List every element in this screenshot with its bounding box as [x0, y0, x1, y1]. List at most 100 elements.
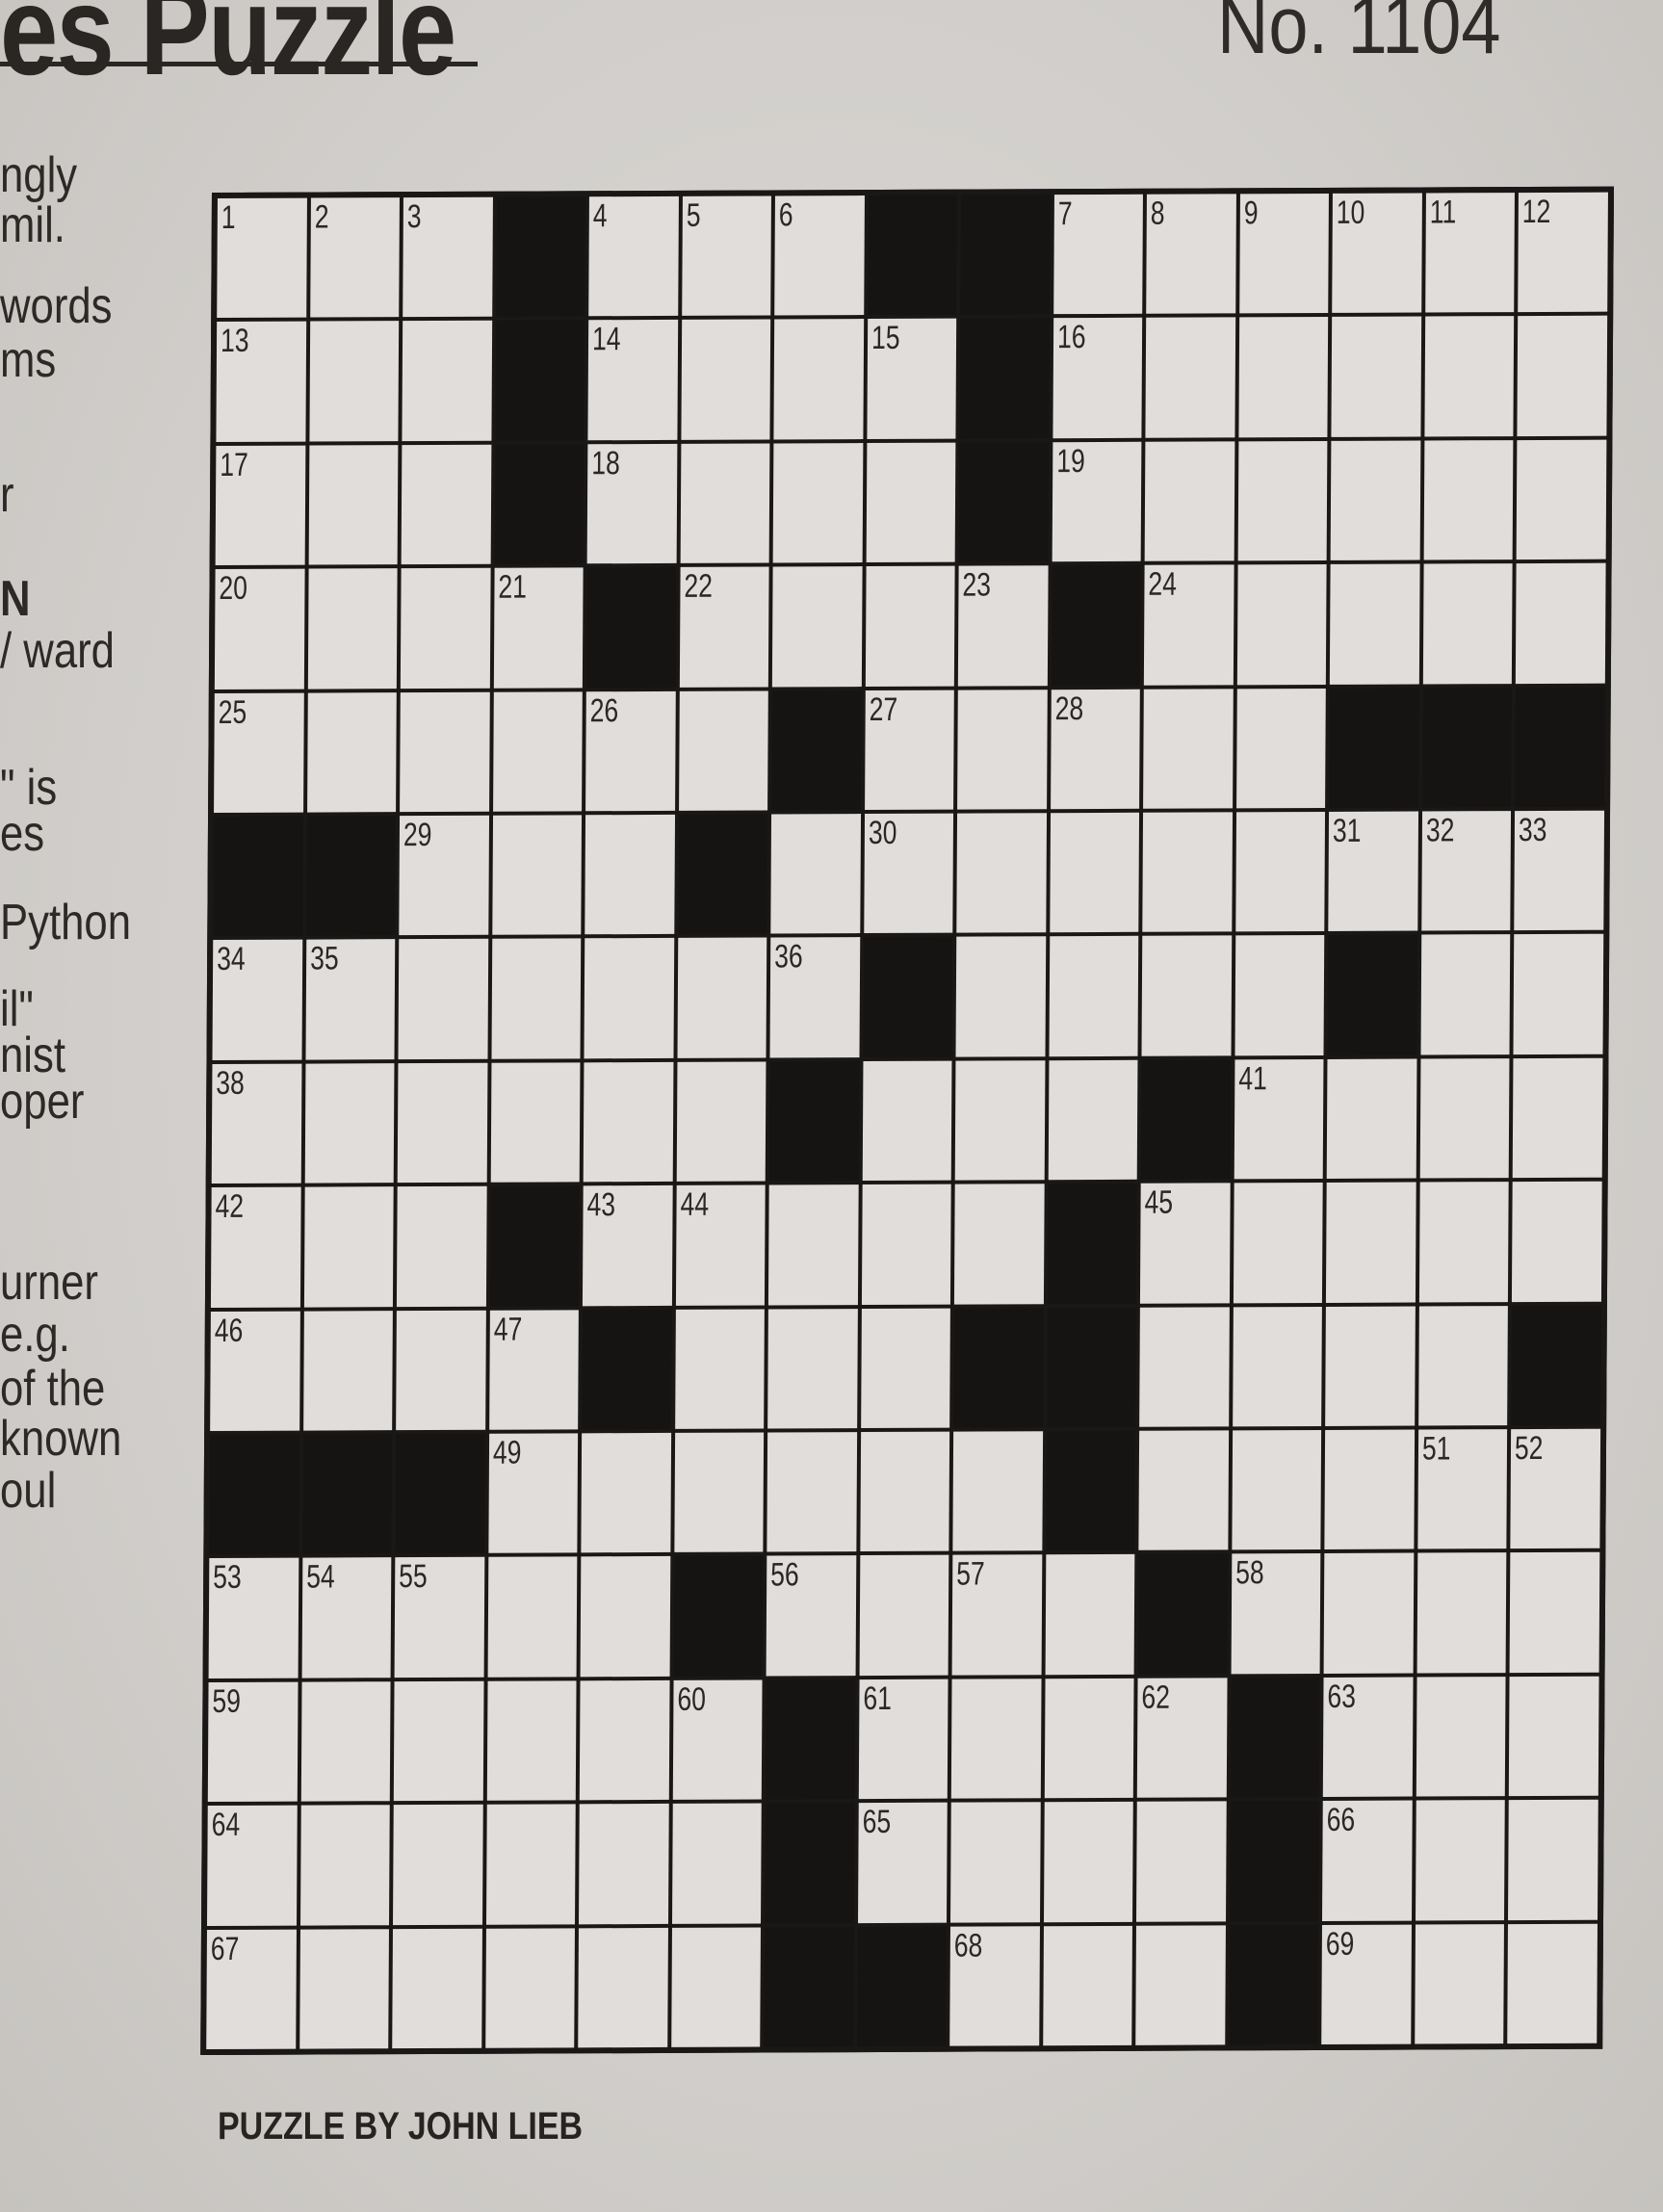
grid-cell[interactable] [1331, 316, 1422, 437]
grid-cell[interactable]: 22 [679, 566, 769, 688]
grid-cell[interactable] [583, 1061, 674, 1183]
grid-cell[interactable] [1045, 1554, 1135, 1676]
grid-cell[interactable] [1513, 1057, 1603, 1179]
grid-cell[interactable]: 18 [586, 443, 678, 564]
grid-cell[interactable]: 45 [1140, 1183, 1231, 1304]
grid-cell[interactable] [951, 1679, 1042, 1799]
grid-cell[interactable] [1238, 317, 1329, 438]
grid-cell[interactable] [1423, 439, 1514, 560]
grid-cell[interactable] [579, 1679, 670, 1801]
grid-cell[interactable] [1415, 1923, 1505, 2044]
grid-cell[interactable] [300, 1680, 391, 1802]
grid-cell[interactable] [676, 1061, 767, 1183]
grid-cell[interactable]: 47 [488, 1309, 580, 1430]
grid-cell[interactable]: 44 [675, 1184, 766, 1306]
grid-cell[interactable]: 6 [774, 195, 865, 316]
grid-cell[interactable]: 29 [399, 815, 489, 936]
grid-cell[interactable] [306, 691, 397, 813]
grid-cell[interactable] [1512, 1181, 1602, 1302]
grid-cell[interactable] [1232, 1429, 1322, 1550]
grid-cell[interactable] [860, 1308, 951, 1429]
grid-cell[interactable]: 4 [588, 195, 679, 317]
grid-cell[interactable] [393, 1680, 484, 1802]
grid-cell[interactable] [400, 567, 491, 689]
grid-cell[interactable] [767, 1308, 858, 1429]
grid-cell[interactable]: 66 [1322, 1800, 1413, 1921]
grid-cell[interactable]: 34 [212, 939, 302, 1060]
grid-cell[interactable] [1513, 934, 1604, 1054]
grid-cell[interactable] [1422, 563, 1514, 685]
grid-cell[interactable] [1145, 317, 1236, 438]
grid-cell[interactable] [861, 1184, 951, 1305]
grid-cell[interactable] [308, 444, 399, 565]
grid-cell[interactable] [1142, 812, 1233, 933]
grid-cell[interactable] [1233, 1183, 1324, 1303]
grid-cell[interactable] [773, 319, 864, 440]
grid-cell[interactable] [490, 1062, 581, 1183]
grid-cell[interactable] [299, 1805, 390, 1926]
grid-cell[interactable] [1420, 934, 1511, 1055]
grid-cell[interactable] [299, 1928, 390, 2049]
grid-cell[interactable]: 55 [394, 1557, 484, 1678]
grid-cell[interactable]: 10 [1332, 193, 1422, 314]
grid-cell[interactable]: 30 [864, 813, 954, 934]
grid-cell[interactable]: 21 [493, 567, 584, 689]
grid-cell[interactable] [954, 1060, 1046, 1181]
grid-cell[interactable]: 43 [583, 1185, 673, 1306]
grid-cell[interactable] [768, 1184, 859, 1306]
grid-cell[interactable] [1516, 562, 1606, 684]
grid-cell[interactable] [1233, 1306, 1323, 1427]
grid-cell[interactable]: 2 [309, 197, 401, 318]
grid-cell[interactable] [1141, 935, 1233, 1056]
grid-cell[interactable] [1050, 812, 1140, 933]
grid-cell[interactable] [578, 1927, 668, 2048]
grid-cell[interactable]: 49 [487, 1433, 579, 1554]
grid-cell[interactable]: 17 [215, 445, 305, 566]
grid-cell[interactable] [674, 1432, 765, 1553]
grid-cell[interactable] [1144, 441, 1235, 561]
grid-cell[interactable]: 15 [867, 319, 957, 439]
grid-cell[interactable]: 3 [403, 196, 493, 318]
grid-cell[interactable] [1234, 935, 1325, 1056]
grid-cell[interactable]: 12 [1518, 192, 1608, 313]
grid-cell[interactable]: 41 [1234, 1058, 1324, 1180]
grid-cell[interactable]: 20 [214, 568, 305, 690]
grid-cell[interactable] [1235, 688, 1327, 809]
grid-cell[interactable] [865, 565, 955, 687]
grid-cell[interactable]: 16 [1052, 318, 1143, 438]
grid-cell[interactable] [491, 815, 583, 936]
grid-cell[interactable]: 19 [1052, 441, 1142, 562]
grid-cell[interactable] [581, 1432, 671, 1553]
grid-cell[interactable] [1043, 1925, 1133, 2046]
grid-cell[interactable]: 46 [210, 1311, 300, 1432]
grid-cell[interactable]: 57 [951, 1554, 1043, 1676]
grid-cell[interactable]: 61 [858, 1679, 948, 1800]
grid-cell[interactable] [1327, 1058, 1417, 1180]
grid-cell[interactable] [859, 1555, 949, 1676]
grid-cell[interactable] [397, 1062, 488, 1184]
grid-cell[interactable]: 23 [958, 565, 1049, 687]
grid-cell[interactable] [402, 321, 492, 441]
grid-cell[interactable]: 38 [211, 1063, 302, 1184]
grid-cell[interactable] [585, 814, 675, 935]
grid-cell[interactable]: 64 [207, 1805, 298, 1926]
grid-cell[interactable] [772, 442, 864, 563]
grid-cell[interactable]: 35 [305, 939, 396, 1060]
grid-cell[interactable]: 58 [1231, 1553, 1321, 1675]
grid-cell[interactable]: 5 [681, 195, 772, 317]
grid-cell[interactable]: 31 [1328, 811, 1418, 932]
grid-cell[interactable]: 67 [206, 1929, 297, 2050]
grid-cell[interactable] [579, 1804, 669, 1924]
grid-cell[interactable] [486, 1680, 577, 1801]
grid-cell[interactable] [1048, 1059, 1138, 1181]
grid-cell[interactable] [678, 690, 769, 811]
grid-cell[interactable] [580, 1556, 670, 1678]
grid-cell[interactable]: 8 [1146, 194, 1236, 315]
grid-cell[interactable]: 25 [214, 692, 304, 813]
grid-cell[interactable]: 52 [1510, 1428, 1601, 1549]
grid-cell[interactable]: 54 [301, 1557, 392, 1679]
grid-cell[interactable] [680, 443, 770, 564]
grid-cell[interactable]: 42 [210, 1186, 301, 1308]
grid-cell[interactable] [681, 319, 771, 440]
grid-cell[interactable] [392, 1928, 482, 2049]
